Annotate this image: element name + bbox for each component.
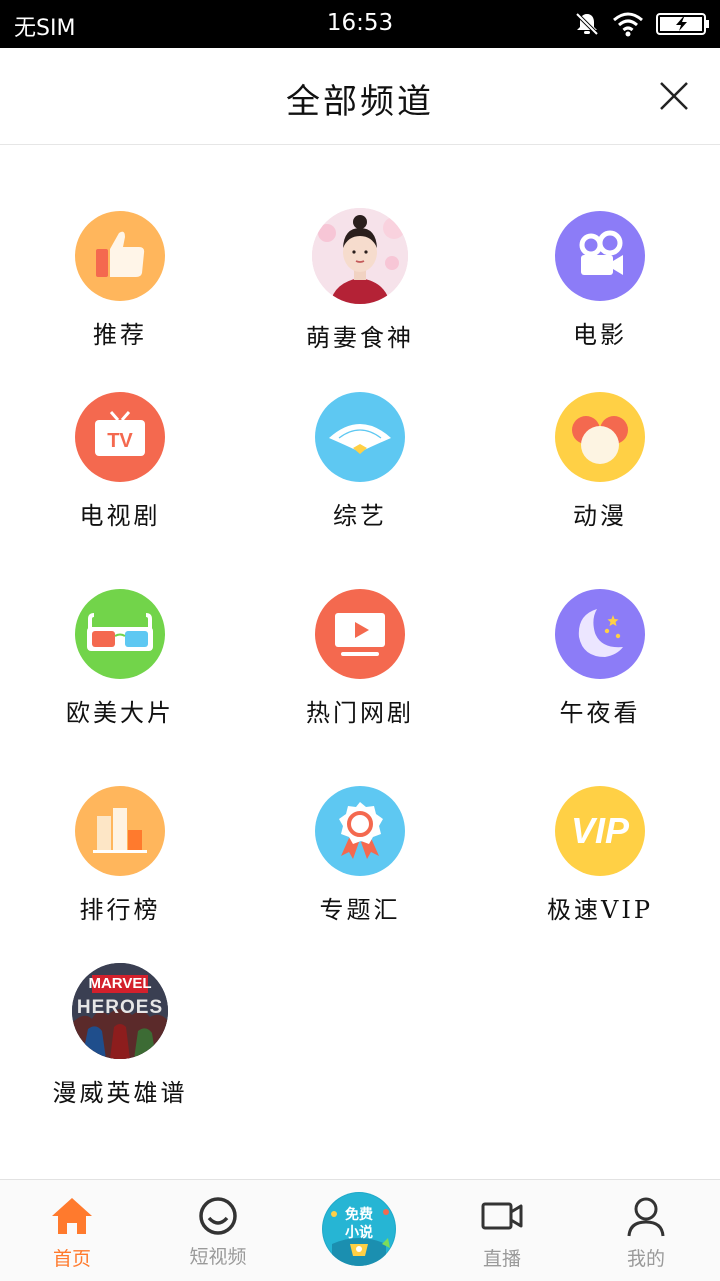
channel-item-western-blockbusters[interactable]: 欧美大片 (0, 589, 240, 728)
3d-glasses-icon (75, 589, 165, 679)
moon-stars-icon (555, 589, 645, 679)
mute-icon (575, 12, 599, 36)
channel-label: 专题汇 (319, 896, 401, 924)
award-ribbon-icon (315, 786, 405, 876)
live-camera-icon (481, 1202, 523, 1230)
close-icon[interactable] (658, 80, 690, 112)
channel-item-speed-vip[interactable]: VIP 极速VIP (480, 786, 720, 925)
page-header: 全部频道 (0, 48, 720, 145)
movie-camera-icon (555, 211, 645, 301)
tab-short-video[interactable]: 短视频 (146, 1180, 290, 1281)
profile-icon (627, 1197, 665, 1237)
tab-profile[interactable]: 我的 (574, 1180, 718, 1281)
page-title: 全部频道 (286, 82, 434, 122)
thumbs-up-icon (75, 211, 165, 301)
tab-live[interactable]: 直播 (430, 1180, 574, 1281)
status-bar: 无SIM 16:53 (0, 0, 720, 48)
tv-icon: TV (75, 392, 165, 482)
novel-badge-line2: 小说 (345, 1225, 373, 1241)
tab-label: 直播 (482, 1248, 521, 1270)
drama-poster-icon (312, 208, 408, 304)
mouse-ears-icon (555, 392, 645, 482)
tab-label: 我的 (626, 1248, 665, 1270)
vip-icon-text: VIP (570, 810, 630, 851)
channel-item-recommend[interactable]: 推荐 (0, 211, 240, 350)
channel-item-anime[interactable]: 动漫 (480, 392, 720, 531)
battery-charging-icon (656, 13, 709, 35)
marvel-heroes-poster-icon: MARVEL HEROES (72, 963, 168, 1059)
channel-label: 欧美大片 (66, 699, 174, 727)
channel-label: 午夜看 (559, 699, 641, 727)
tab-free-novel[interactable]: 免费 小说 (288, 1180, 432, 1281)
channel-label: 电影 (573, 321, 627, 349)
channel-item-midnight[interactable]: 午夜看 (480, 589, 720, 728)
marvel-poster-bottom-text: HEROES (76, 997, 164, 1018)
fan-icon (315, 392, 405, 482)
channel-label: 漫威英雄谱 (52, 1079, 188, 1107)
channel-label: 电视剧 (79, 502, 161, 530)
channel-item-mengqi[interactable]: 萌妻食神 (240, 208, 480, 353)
novel-badge-line1: 免费 (345, 1207, 373, 1223)
channel-item-ranking[interactable]: 排行榜 (0, 786, 240, 925)
channel-item-topics[interactable]: 专题汇 (240, 786, 480, 925)
channel-label: 极速VIP (547, 896, 653, 924)
channel-item-variety[interactable]: 综艺 (240, 392, 480, 531)
channel-label: 排行榜 (79, 896, 161, 924)
bottom-tab-bar: 首页 短视频 免费 小说 直播 我的 (0, 1179, 720, 1281)
wifi-icon (613, 12, 643, 37)
channel-label: 热门网剧 (306, 699, 414, 727)
channel-item-movie[interactable]: 电影 (480, 211, 720, 350)
tab-home[interactable]: 首页 (0, 1180, 144, 1281)
tab-label: 首页 (52, 1248, 91, 1270)
svg-text:TV: TV (107, 430, 133, 452)
free-novel-icon: 免费 小说 (322, 1192, 396, 1266)
play-screen-icon (315, 589, 405, 679)
channel-label: 推荐 (93, 321, 147, 349)
channel-item-marvel-heroes[interactable]: MARVEL HEROES 漫威英雄谱 (0, 963, 240, 1108)
vip-icon: VIP (555, 786, 645, 876)
channel-item-tv-series[interactable]: TV 电视剧 (0, 392, 240, 531)
channel-item-hot-web-series[interactable]: 热门网剧 (240, 589, 480, 728)
marvel-poster-top-text: MARVEL (88, 975, 152, 992)
tab-label: 短视频 (189, 1246, 247, 1268)
channel-label: 萌妻食神 (306, 324, 414, 352)
bar-chart-icon (75, 786, 165, 876)
home-icon (52, 1198, 92, 1234)
short-video-icon (199, 1197, 237, 1235)
channel-label: 动漫 (573, 502, 627, 530)
channel-label: 综艺 (333, 502, 387, 530)
status-icons (574, 9, 710, 39)
